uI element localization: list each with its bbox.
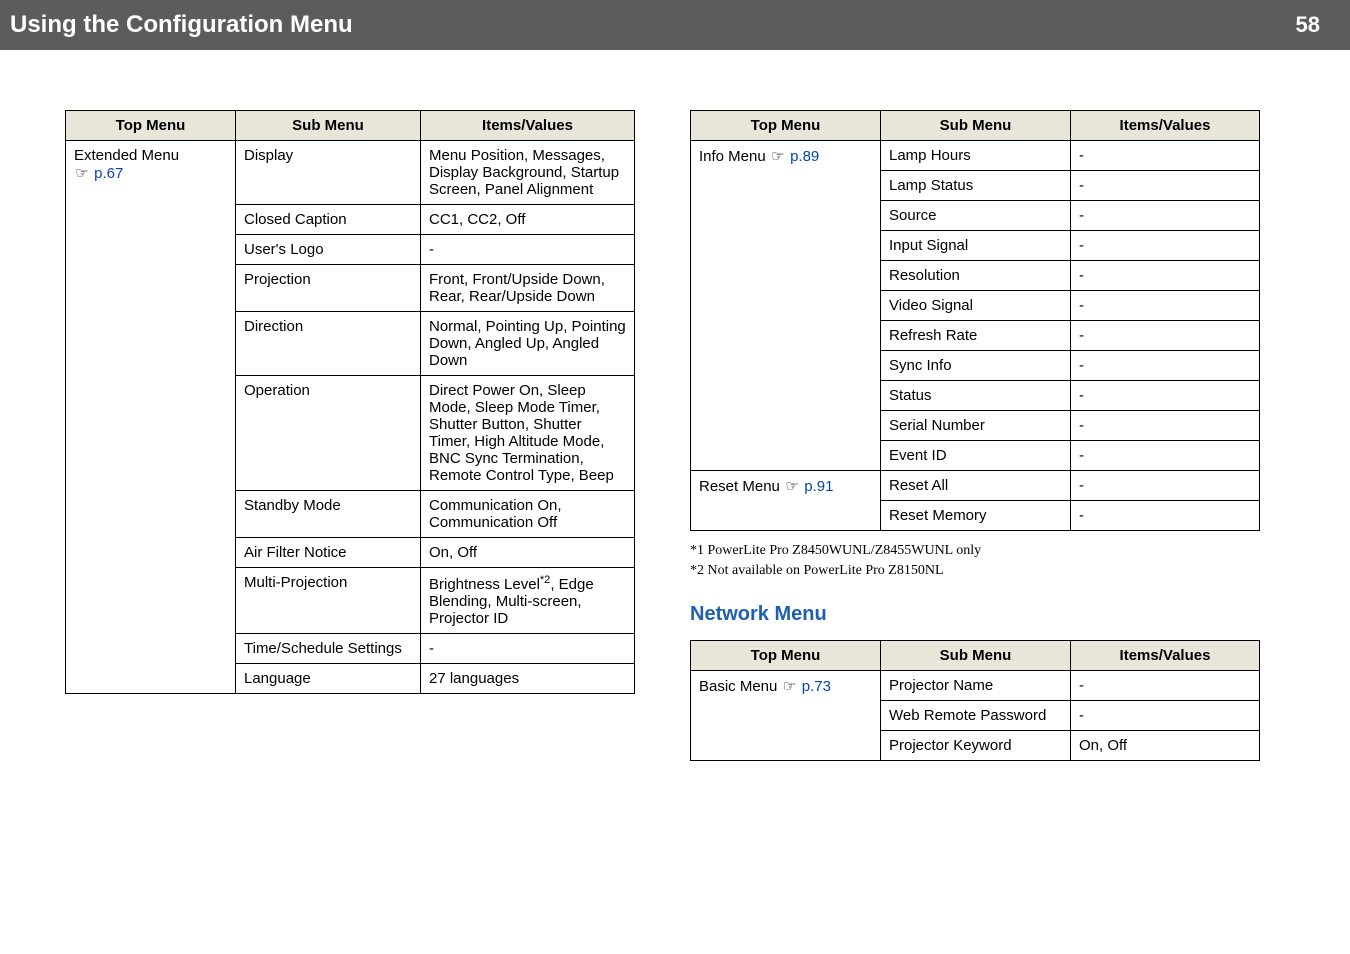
info-reset-menu-table: Top Menu Sub Menu Items/Values Info Menu… xyxy=(690,110,1260,531)
sub-menu-cell: Direction xyxy=(236,312,421,376)
left-column: Top Menu Sub Menu Items/Values Extended … xyxy=(65,110,635,761)
page-ref-link[interactable]: p.89 xyxy=(790,148,819,165)
values-cell: - xyxy=(1071,471,1260,501)
sub-menu-cell: Serial Number xyxy=(881,411,1071,441)
page-title: Using the Configuration Menu xyxy=(10,11,353,39)
sub-menu-cell: Operation xyxy=(236,376,421,491)
values-cell: - xyxy=(1071,261,1260,291)
sub-menu-cell: Lamp Hours xyxy=(881,141,1071,171)
sub-menu-cell: Sync Info xyxy=(881,351,1071,381)
sub-menu-cell: Reset All xyxy=(881,471,1071,501)
top-menu-label: Basic Menu xyxy=(699,678,777,695)
values-cell: On, Off xyxy=(1071,731,1260,761)
values-cell: 27 languages xyxy=(421,664,635,694)
top-menu-cell: Reset Menu ☞ p.91 xyxy=(691,471,881,531)
top-menu-label: Extended Menu xyxy=(74,147,179,164)
values-cell: - xyxy=(1071,321,1260,351)
values-cell: - xyxy=(1071,351,1260,381)
sub-menu-cell: Status xyxy=(881,381,1071,411)
page-ref-link[interactable]: p.73 xyxy=(802,678,831,695)
sub-menu-cell: Air Filter Notice xyxy=(236,538,421,568)
hand-icon: ☞ xyxy=(784,477,800,495)
sub-menu-cell: Projector Name xyxy=(881,671,1071,701)
sub-menu-cell: Lamp Status xyxy=(881,171,1071,201)
sub-menu-cell: Web Remote Password xyxy=(881,701,1071,731)
sub-menu-cell: User's Logo xyxy=(236,235,421,265)
extended-menu-table: Top Menu Sub Menu Items/Values Extended … xyxy=(65,110,635,694)
values-cell: Menu Position, Messages, Display Backgro… xyxy=(421,141,635,205)
values-cell: Direct Power On, Sleep Mode, Sleep Mode … xyxy=(421,376,635,491)
page-number: 58 xyxy=(1296,12,1320,38)
th-items-values: Items/Values xyxy=(1071,111,1260,141)
hand-icon: ☞ xyxy=(74,164,90,182)
values-cell: - xyxy=(1071,411,1260,441)
values-cell: - xyxy=(1071,441,1260,471)
network-menu-heading: Network Menu xyxy=(690,603,1260,626)
sub-menu-cell: Input Signal xyxy=(881,231,1071,261)
footnote-1: *1 PowerLite Pro Z8450WUNL/Z8455WUNL onl… xyxy=(690,543,1260,559)
sub-menu-cell: Projector Keyword xyxy=(881,731,1071,761)
sub-menu-cell: Multi-Projection xyxy=(236,568,421,634)
th-sub-menu: Sub Menu xyxy=(881,111,1071,141)
sub-menu-cell: Display xyxy=(236,141,421,205)
values-cell: - xyxy=(1071,701,1260,731)
right-column: Top Menu Sub Menu Items/Values Info Menu… xyxy=(690,110,1260,761)
values-cell: CC1, CC2, Off xyxy=(421,205,635,235)
th-sub-menu: Sub Menu xyxy=(881,641,1071,671)
hand-icon: ☞ xyxy=(770,147,786,165)
values-cell: Brightness Level*2, Edge Blending, Multi… xyxy=(421,568,635,634)
network-menu-table: Top Menu Sub Menu Items/Values Basic Men… xyxy=(690,640,1260,761)
page-ref-link[interactable]: p.67 xyxy=(94,165,123,182)
val-sup: *2 xyxy=(540,574,550,586)
sub-menu-cell: Refresh Rate xyxy=(881,321,1071,351)
sub-menu-cell: Time/Schedule Settings xyxy=(236,634,421,664)
values-cell: - xyxy=(1071,201,1260,231)
th-top-menu: Top Menu xyxy=(691,641,881,671)
values-cell: Front, Front/Upside Down, Rear, Rear/Ups… xyxy=(421,265,635,312)
hand-icon: ☞ xyxy=(782,677,798,695)
sub-menu-cell: Resolution xyxy=(881,261,1071,291)
sub-menu-cell: Projection xyxy=(236,265,421,312)
th-top-menu: Top Menu xyxy=(691,111,881,141)
values-cell: - xyxy=(1071,381,1260,411)
values-cell: - xyxy=(1071,501,1260,531)
footnote-2: *2 Not available on PowerLite Pro Z8150N… xyxy=(690,563,1260,579)
values-cell: On, Off xyxy=(421,538,635,568)
top-menu-label: Info Menu xyxy=(699,148,766,165)
sub-menu-cell: Source xyxy=(881,201,1071,231)
sub-menu-cell: Event ID xyxy=(881,441,1071,471)
top-menu-cell: Extended Menu ☞ p.67 xyxy=(66,141,236,694)
values-cell: Communication On, Communication Off xyxy=(421,491,635,538)
content-area: Top Menu Sub Menu Items/Values Extended … xyxy=(0,50,1350,781)
page-header: Using the Configuration Menu 58 xyxy=(0,0,1350,50)
sub-menu-cell: Language xyxy=(236,664,421,694)
sub-menu-cell: Reset Memory xyxy=(881,501,1071,531)
sub-menu-cell: Closed Caption xyxy=(236,205,421,235)
th-items-values: Items/Values xyxy=(1071,641,1260,671)
top-menu-cell: Basic Menu ☞ p.73 xyxy=(691,671,881,761)
sub-menu-cell: Standby Mode xyxy=(236,491,421,538)
val-prefix: Brightness Level xyxy=(429,576,540,593)
top-menu-cell: Info Menu ☞ p.89 xyxy=(691,141,881,471)
th-top-menu: Top Menu xyxy=(66,111,236,141)
sub-menu-cell: Video Signal xyxy=(881,291,1071,321)
values-cell: - xyxy=(1071,171,1260,201)
th-sub-menu: Sub Menu xyxy=(236,111,421,141)
values-cell: - xyxy=(421,634,635,664)
th-items-values: Items/Values xyxy=(421,111,635,141)
values-cell: - xyxy=(1071,291,1260,321)
values-cell: - xyxy=(1071,141,1260,171)
values-cell: - xyxy=(421,235,635,265)
top-menu-label: Reset Menu xyxy=(699,478,780,495)
values-cell: - xyxy=(1071,671,1260,701)
values-cell: - xyxy=(1071,231,1260,261)
values-cell: Normal, Pointing Up, Pointing Down, Angl… xyxy=(421,312,635,376)
page-ref-link[interactable]: p.91 xyxy=(804,478,833,495)
